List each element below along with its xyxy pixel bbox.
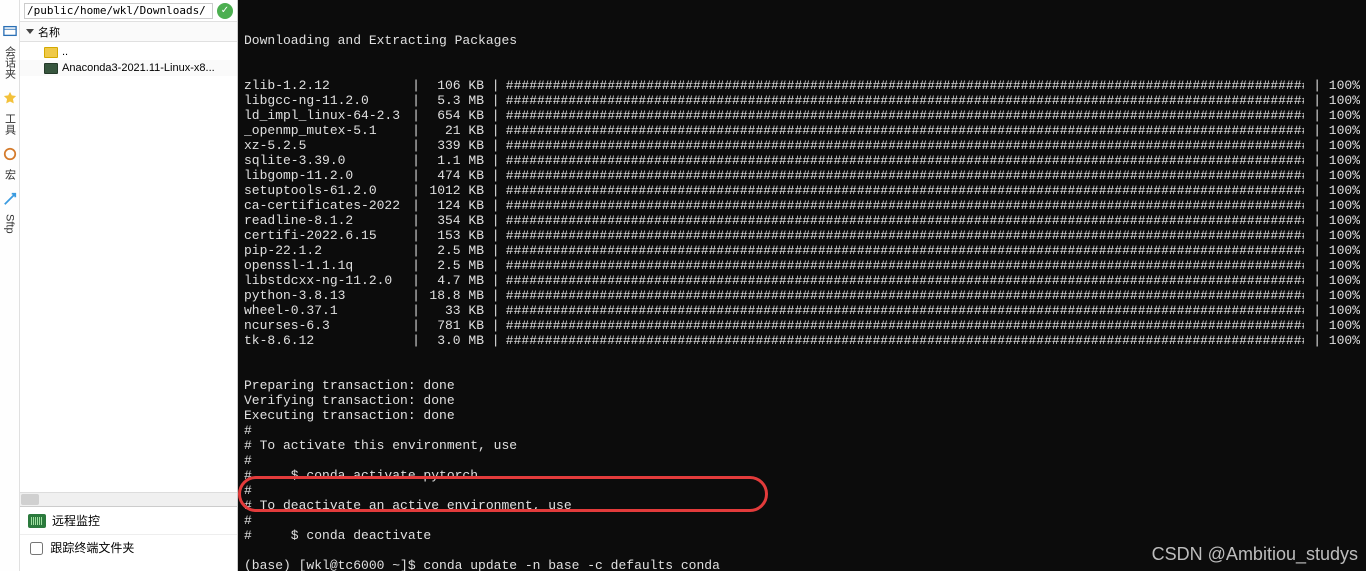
package-row: readline-8.1.2|354 KB | ################… [244,213,1360,228]
package-row: ncurses-6.3|781 KB | ###################… [244,318,1360,333]
term-line: # [244,483,1360,498]
package-row: libgomp-11.2.0|474 KB | ################… [244,168,1360,183]
package-row: tk-8.6.12|3.0 MB | #####################… [244,333,1360,348]
package-row: openssl-1.1.1q|2.5 MB | ################… [244,258,1360,273]
file-panel: ✓ 名称 .. Anaconda3-2021.11-Linux-x8... 远程… [20,0,238,571]
follow-checkbox[interactable] [30,542,43,555]
macro-icon[interactable] [3,147,17,161]
anaconda-icon [44,63,58,74]
follow-terminal: 跟踪终端文件夹 [20,534,237,560]
collapse-icon[interactable] [26,29,34,34]
file-header[interactable]: 名称 [20,22,237,42]
term-line: Preparing transaction: done [244,378,1360,393]
package-row: libstdcxx-ng-11.2.0|4.7 MB | ###########… [244,273,1360,288]
package-row: pip-22.1.2|2.5 MB | ####################… [244,243,1360,258]
terminal[interactable]: Downloading and Extracting Packages zlib… [238,0,1366,571]
term-line: Verifying transaction: done [244,393,1360,408]
term-line: # [244,453,1360,468]
tab-tools[interactable]: 工具 [0,111,20,137]
package-row: python-3.8.13|18.8 MB | ################… [244,288,1360,303]
package-row: _openmp_mutex-5.1|21 KB | ##############… [244,123,1360,138]
file-name: Anaconda3-2021.11-Linux-x8... [62,62,215,74]
term-line: # $ conda deactivate [244,528,1360,543]
monitor-icon [28,514,46,528]
star-icon[interactable] [3,91,17,105]
term-line: # [244,513,1360,528]
term-line [244,543,1360,558]
package-row: ld_impl_linux-64-2.3|654 KB | ##########… [244,108,1360,123]
package-row: setuptools-61.2.0|1012 KB | ############… [244,183,1360,198]
package-row: zlib-1.2.12|106 KB | ###################… [244,78,1360,93]
folder-icon [44,47,58,58]
sftp-icon[interactable] [3,192,17,206]
package-row: wheel-0.37.1|33 KB | ###################… [244,303,1360,318]
remote-monitor[interactable]: 远程监控 [20,506,237,534]
column-name: 名称 [38,24,60,40]
package-row: sqlite-3.39.0|1.1 MB | #################… [244,153,1360,168]
file-list[interactable]: .. Anaconda3-2021.11-Linux-x8... [20,42,237,492]
package-row: ca-certificates-2022|124 KB | ##########… [244,198,1360,213]
tab-session[interactable]: 会话夹 [0,44,20,81]
session-icon[interactable] [3,24,17,38]
tab-sftp[interactable]: Sftp [2,212,18,236]
h-scrollbar[interactable] [20,492,237,506]
package-row: certifi-2022.6.15|153 KB | #############… [244,228,1360,243]
vertical-tabs: 会话夹 工具 宏 Sftp [0,0,20,571]
term-line: # [244,423,1360,438]
package-row: xz-5.2.5|339 KB | ######################… [244,138,1360,153]
term-line: # $ conda activate pytorch [244,468,1360,483]
path-bar: ✓ [20,0,237,22]
follow-label: 跟踪终端文件夹 [50,541,134,555]
term-header: Downloading and Extracting Packages [244,33,1360,48]
path-input[interactable] [24,3,213,19]
tab-macro[interactable]: 宏 [0,167,20,182]
file-name: .. [62,46,68,58]
package-row: libgcc-ng-11.2.0|5.3 MB | ##############… [244,93,1360,108]
term-line: # To activate this environment, use [244,438,1360,453]
term-line: Executing transaction: done [244,408,1360,423]
monitor-label: 远程监控 [52,512,100,529]
status-ok-icon: ✓ [217,3,233,19]
list-item-file[interactable]: Anaconda3-2021.11-Linux-x8... [20,60,237,76]
term-line: (base) [wkl@tc6000 ~]$ conda update -n b… [244,558,1360,571]
term-line: # To deactivate an active environment, u… [244,498,1360,513]
list-item-parent[interactable]: .. [20,44,237,60]
